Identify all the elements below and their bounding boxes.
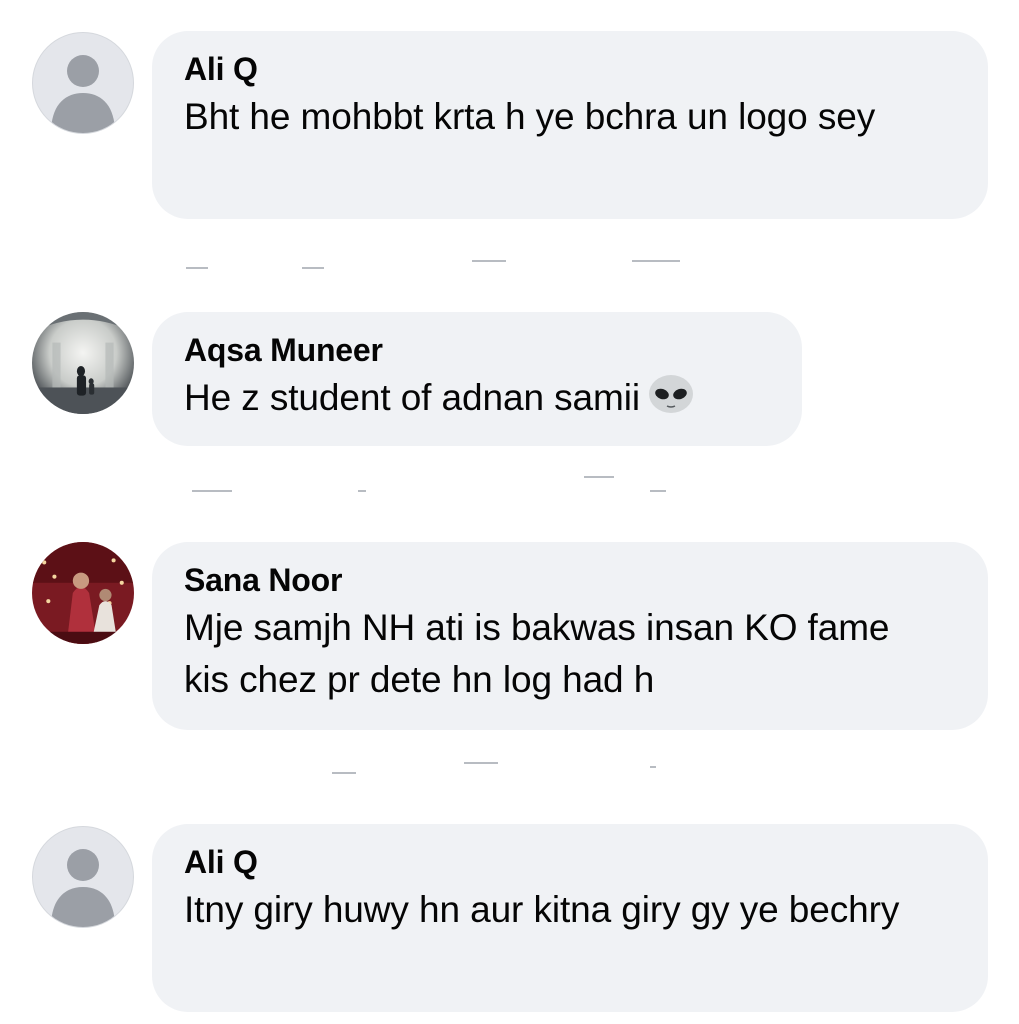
avatar[interactable]	[32, 542, 134, 644]
comment-author[interactable]: Ali Q	[184, 49, 956, 89]
alien-emoji-icon	[646, 374, 696, 418]
comment-text: Itny giry huwy hn aur kitna giry gy ye b…	[184, 889, 900, 930]
comment-author[interactable]: Sana Noor	[184, 560, 956, 600]
divider	[332, 772, 356, 774]
comment-bubble[interactable]: Sana Noor Mje samjh NH ati is bakwas ins…	[152, 542, 988, 730]
divider	[464, 762, 498, 764]
avatar[interactable]	[32, 826, 134, 928]
comment-author[interactable]: Ali Q	[184, 842, 956, 882]
default-avatar-icon	[51, 55, 115, 133]
comment-text: Mje samjh NH ati is bakwas insan KO fame…	[184, 607, 890, 700]
divider	[186, 267, 208, 269]
avatar[interactable]	[32, 312, 134, 414]
divider	[650, 490, 666, 492]
divider	[192, 490, 232, 492]
comment-bubble[interactable]: Ali Q Bht he mohbbt krta h ye bchra un l…	[152, 31, 988, 219]
comment-bubble[interactable]: Aqsa Muneer He z student of adnan samii	[152, 312, 802, 446]
comment-author[interactable]: Aqsa Muneer	[184, 330, 770, 370]
comment-text: He z student of adnan samii	[184, 372, 770, 424]
divider	[302, 267, 324, 269]
comment-text: Bht he mohbbt krta h ye bchra un logo se…	[184, 96, 876, 137]
divider	[472, 260, 506, 262]
divider	[632, 260, 680, 262]
divider	[584, 476, 614, 478]
divider	[358, 490, 366, 492]
comment-bubble[interactable]: Ali Q Itny giry huwy hn aur kitna giry g…	[152, 824, 988, 1012]
default-avatar-icon	[51, 849, 115, 927]
profile-photo	[32, 542, 134, 644]
divider	[650, 766, 656, 768]
profile-photo	[32, 312, 134, 414]
avatar[interactable]	[32, 32, 134, 134]
comment-text-content: He z student of adnan samii	[184, 377, 640, 418]
